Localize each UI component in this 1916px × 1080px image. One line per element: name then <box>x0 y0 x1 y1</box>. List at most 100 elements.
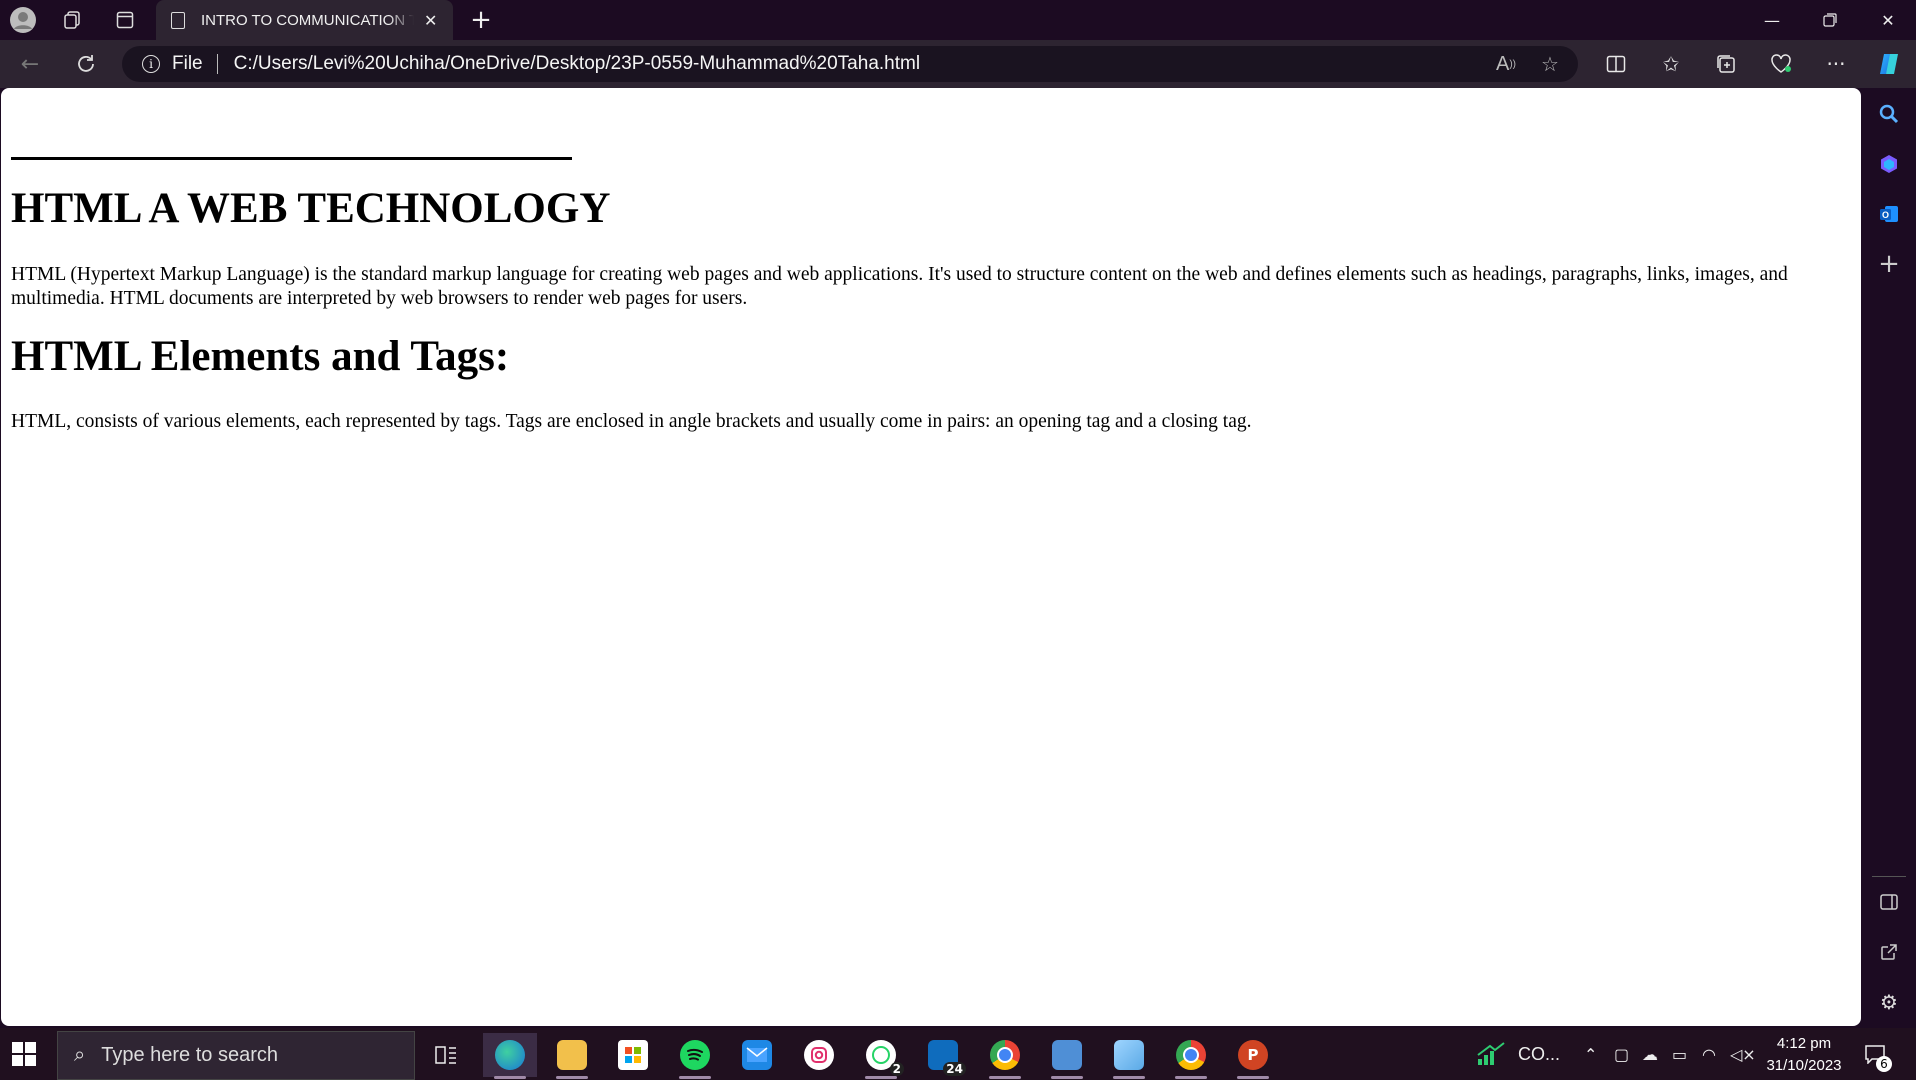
new-tab-button[interactable]: + <box>464 3 498 37</box>
copilot-icon[interactable] <box>1870 46 1910 82</box>
task-view-icon[interactable] <box>419 1033 473 1077</box>
plus-icon[interactable]: + <box>1871 246 1907 282</box>
control-panel-icon <box>1052 1040 1082 1070</box>
tab-actions-icon[interactable] <box>108 3 142 37</box>
close-icon[interactable]: ✕ <box>424 11 437 30</box>
taskbar-edge[interactable] <box>483 1033 537 1079</box>
restore-button[interactable] <box>1802 0 1858 40</box>
tab-title: INTRO TO COMMUNICATION TECHNOLOGY <box>201 11 414 29</box>
onedrive-icon[interactable]: ☁ <box>1642 1028 1658 1080</box>
collections-icon[interactable] <box>1706 46 1746 82</box>
copilot-sidebar-icon[interactable] <box>1871 146 1907 182</box>
page-viewport: HTML A WEB TECHNOLOGY HTML (Hypertext Ma… <box>1 88 1861 1026</box>
notifications-icon[interactable]: 6 <box>1864 1028 1892 1080</box>
taskbar-search-placeholder: Type here to search <box>101 1044 278 1066</box>
notes-icon <box>1114 1040 1144 1070</box>
plus-icon: + <box>470 5 492 35</box>
read-aloud-icon[interactable]: A)) <box>1488 46 1524 82</box>
window-close-button[interactable]: ✕ <box>1860 0 1916 40</box>
browser-essentials-icon[interactable] <box>1761 46 1801 82</box>
workspaces-icon[interactable] <box>55 3 89 37</box>
taskbar-mail[interactable] <box>730 1033 784 1077</box>
gear-icon[interactable]: ⚙ <box>1871 984 1907 1020</box>
document-icon <box>171 11 185 29</box>
stocks-icon <box>1477 1042 1505 1065</box>
taskbar-search-box[interactable]: ⌕ Type here to search <box>57 1031 415 1080</box>
open-indicator <box>556 1076 588 1079</box>
search-icon[interactable] <box>1871 96 1907 132</box>
taskbar-spotify[interactable] <box>668 1033 722 1079</box>
taskbar-chrome-profile[interactable] <box>1164 1033 1218 1079</box>
more-icon[interactable]: ··· <box>1816 46 1856 82</box>
url-text[interactable]: C:/Users/Levi%20Uchiha/OneDrive/Desktop/… <box>234 53 920 75</box>
refresh-icon[interactable] <box>68 46 104 82</box>
main-heading: HTML A WEB TECHNOLOGY <box>11 185 611 232</box>
clock-time: 4:12 pm <box>1776 1035 1832 1052</box>
favorites-icon[interactable]: ✩ <box>1651 46 1691 82</box>
chrome-icon <box>990 1040 1020 1070</box>
elements-paragraph: HTML, consists of various elements, each… <box>11 411 1252 432</box>
address-separator <box>216 54 218 74</box>
taskbar-mail-app[interactable]: 24 <box>916 1033 970 1077</box>
whatsapp-badge: 2 <box>889 1062 904 1076</box>
open-indicator <box>1237 1076 1269 1079</box>
mail-badge: 24 <box>943 1062 966 1076</box>
browser-tab-bar: INTRO TO COMMUNICATION TECHNOLOGY ✕ + — … <box>0 0 1916 40</box>
taskbar-control-panel[interactable] <box>1040 1033 1094 1079</box>
powerpoint-icon: P <box>1238 1040 1268 1070</box>
sidebar-divider <box>1872 876 1906 877</box>
active-tab[interactable]: INTRO TO COMMUNICATION TECHNOLOGY ✕ <box>156 0 453 40</box>
active-indicator <box>494 1076 526 1079</box>
mail-icon <box>742 1040 772 1070</box>
windows-start-icon[interactable] <box>12 1042 36 1066</box>
taskbar-clock[interactable]: 4:12 pm 31/10/2023 <box>1758 1033 1850 1077</box>
back-arrow-icon[interactable]: ← <box>12 46 48 82</box>
folder-icon <box>557 1040 587 1070</box>
star-icon[interactable]: ☆ <box>1532 46 1568 82</box>
envelope-icon: 24 <box>928 1040 966 1076</box>
search-icon: ⌕ <box>74 1044 86 1066</box>
outlook-icon[interactable]: O <box>1871 196 1907 232</box>
stocks-widget[interactable]: CO... <box>1476 1028 1560 1080</box>
edge-icon <box>495 1040 525 1070</box>
battery-icon[interactable]: ▭ <box>1672 1028 1687 1080</box>
section-heading: HTML Elements and Tags: <box>11 333 510 380</box>
wifi-icon[interactable]: ◠ <box>1702 1028 1716 1080</box>
split-screen-icon[interactable] <box>1596 46 1636 82</box>
taskbar-notes[interactable] <box>1102 1033 1156 1079</box>
stocks-label: CO... <box>1518 1043 1561 1064</box>
notifications-badge: 6 <box>1876 1056 1892 1072</box>
address-bar[interactable]: i File C:/Users/Levi%20Uchiha/OneDrive/D… <box>122 46 1578 82</box>
taskbar-store[interactable] <box>606 1033 660 1077</box>
open-indicator <box>679 1076 711 1079</box>
whatsapp-icon: 2 <box>866 1040 904 1076</box>
svg-text:O: O <box>1882 210 1889 220</box>
open-indicator <box>1175 1076 1207 1079</box>
volume-mute-icon[interactable]: ◁× <box>1730 1028 1756 1080</box>
open-indicator <box>865 1076 897 1079</box>
spotify-icon <box>680 1040 710 1070</box>
windows-taskbar: ⌕ Type here to search 2 24 P CO... ⌃ ▢ ☁… <box>0 1028 1916 1080</box>
external-link-icon[interactable] <box>1871 934 1907 970</box>
address-scheme-label: File <box>172 53 203 74</box>
meet-icon[interactable]: ▢ <box>1614 1028 1629 1080</box>
profile-icon[interactable] <box>6 3 40 37</box>
open-indicator <box>1051 1076 1083 1079</box>
store-icon <box>618 1040 648 1070</box>
minimize-button[interactable]: — <box>1744 0 1800 40</box>
horizontal-rule <box>11 157 572 160</box>
chrome-profile-icon <box>1176 1040 1206 1070</box>
open-indicator <box>989 1076 1021 1079</box>
show-hidden-icons[interactable]: ⌃ <box>1584 1028 1597 1080</box>
taskbar-chrome[interactable] <box>978 1033 1032 1079</box>
clock-date: 31/10/2023 <box>1766 1057 1842 1074</box>
info-icon[interactable]: i <box>142 55 160 73</box>
intro-paragraph: HTML (Hypertext Markup Language) is the … <box>11 264 1788 309</box>
taskbar-instagram[interactable] <box>792 1033 846 1077</box>
hide-sidebar-icon[interactable] <box>1871 884 1907 920</box>
taskbar-file-explorer[interactable] <box>545 1033 599 1079</box>
open-indicator <box>1113 1076 1145 1079</box>
taskbar-powerpoint[interactable]: P <box>1226 1033 1280 1079</box>
taskbar-whatsapp[interactable]: 2 <box>854 1033 908 1079</box>
edge-sidebar: O + ⚙ <box>1862 88 1916 1026</box>
